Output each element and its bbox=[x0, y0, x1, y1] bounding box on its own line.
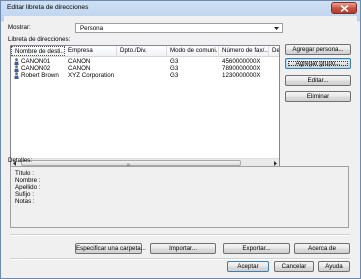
column-header-mode[interactable]: Modo de comuni... bbox=[167, 46, 219, 56]
cell-fax: 7890000000X bbox=[222, 65, 261, 72]
table-row[interactable]: CANON01 CANON G3 4560000000X bbox=[11, 58, 279, 65]
column-header-extra[interactable]: Desi bbox=[269, 46, 279, 56]
dialog-body: Mostrar: Persona Libreta de direcciones:… bbox=[4, 16, 357, 276]
cell-mode: G3 bbox=[170, 72, 179, 79]
cell-mode: G3 bbox=[170, 58, 179, 65]
show-select[interactable]: Persona bbox=[75, 23, 283, 33]
cell-name: CANON02 bbox=[21, 65, 51, 72]
addressbook-label: Libreta de direcciones: bbox=[8, 36, 71, 43]
cell-company: CANON bbox=[68, 58, 91, 65]
close-icon bbox=[340, 5, 349, 12]
window-title: Editar libreta de direcciones bbox=[7, 4, 89, 11]
address-book-dialog: Editar libreta de direcciones Mostrar: P… bbox=[0, 0, 361, 279]
column-header-dept[interactable]: Dpto./Div. bbox=[117, 46, 167, 56]
cell-name: Robert Brown bbox=[21, 72, 59, 79]
add-group-button[interactable]: Agregar grupo... bbox=[285, 58, 351, 69]
person-icon bbox=[14, 58, 19, 65]
add-group-button-label: Agregar grupo... bbox=[286, 59, 350, 68]
list-header: Nombre de desti... Empresa Dpto./Div. Mo… bbox=[11, 46, 279, 57]
cell-company: XYZ Corporation bbox=[68, 72, 115, 79]
cell-company: CANON bbox=[68, 65, 91, 72]
detail-first-name: Nombre : bbox=[15, 177, 41, 184]
column-header-fax[interactable]: Número de fax/... bbox=[219, 46, 269, 56]
table-row[interactable]: Robert Brown XYZ Corporation G3 12300000… bbox=[11, 72, 279, 79]
detail-title: Título : bbox=[15, 170, 34, 177]
show-select-value: Persona bbox=[80, 25, 104, 32]
table-row[interactable]: CANON02 CANON G3 7890000000X bbox=[11, 65, 279, 72]
details-panel: Título : Nombre : Apellido : Sufijo : No… bbox=[10, 166, 349, 228]
close-button[interactable] bbox=[331, 2, 357, 14]
cancel-button[interactable]: Cancelar bbox=[274, 261, 314, 272]
separator bbox=[10, 234, 350, 236]
delete-button[interactable]: Eliminar bbox=[285, 91, 351, 102]
edit-button[interactable]: Editar... bbox=[285, 75, 351, 86]
chevron-down-icon bbox=[274, 27, 279, 30]
import-button[interactable]: Importar... bbox=[150, 243, 216, 254]
column-header-company[interactable]: Empresa bbox=[65, 46, 117, 56]
help-button[interactable]: Ayuda bbox=[318, 261, 350, 272]
cell-name: CANON01 bbox=[21, 58, 51, 65]
export-button[interactable]: Exportar... bbox=[223, 243, 290, 254]
detail-last-name: Apellido : bbox=[15, 184, 41, 191]
detail-suffix: Sufijo : bbox=[15, 191, 34, 198]
cell-fax: 1230000000X bbox=[222, 72, 261, 79]
about-button[interactable]: Acerca de bbox=[294, 243, 350, 254]
separator bbox=[10, 258, 350, 260]
accept-button[interactable]: Aceptar bbox=[227, 261, 269, 272]
cell-mode: G3 bbox=[170, 65, 179, 72]
column-header-name[interactable]: Nombre de desti... bbox=[11, 46, 65, 56]
details-label: Detalles: bbox=[8, 157, 33, 164]
cell-fax: 4560000000X bbox=[222, 58, 261, 65]
specify-folder-button[interactable]: Especificar una carpeta... bbox=[75, 243, 146, 254]
person-icon bbox=[14, 65, 19, 72]
person-icon bbox=[14, 72, 19, 79]
address-list[interactable]: Nombre de desti... Empresa Dpto./Div. Mo… bbox=[10, 45, 280, 169]
add-person-button[interactable]: Agregar persona... bbox=[285, 44, 351, 55]
detail-notes: Notas : bbox=[15, 198, 35, 205]
title-bar[interactable]: Editar libreta de direcciones bbox=[1, 1, 360, 16]
show-label: Mostrar: bbox=[8, 24, 31, 31]
